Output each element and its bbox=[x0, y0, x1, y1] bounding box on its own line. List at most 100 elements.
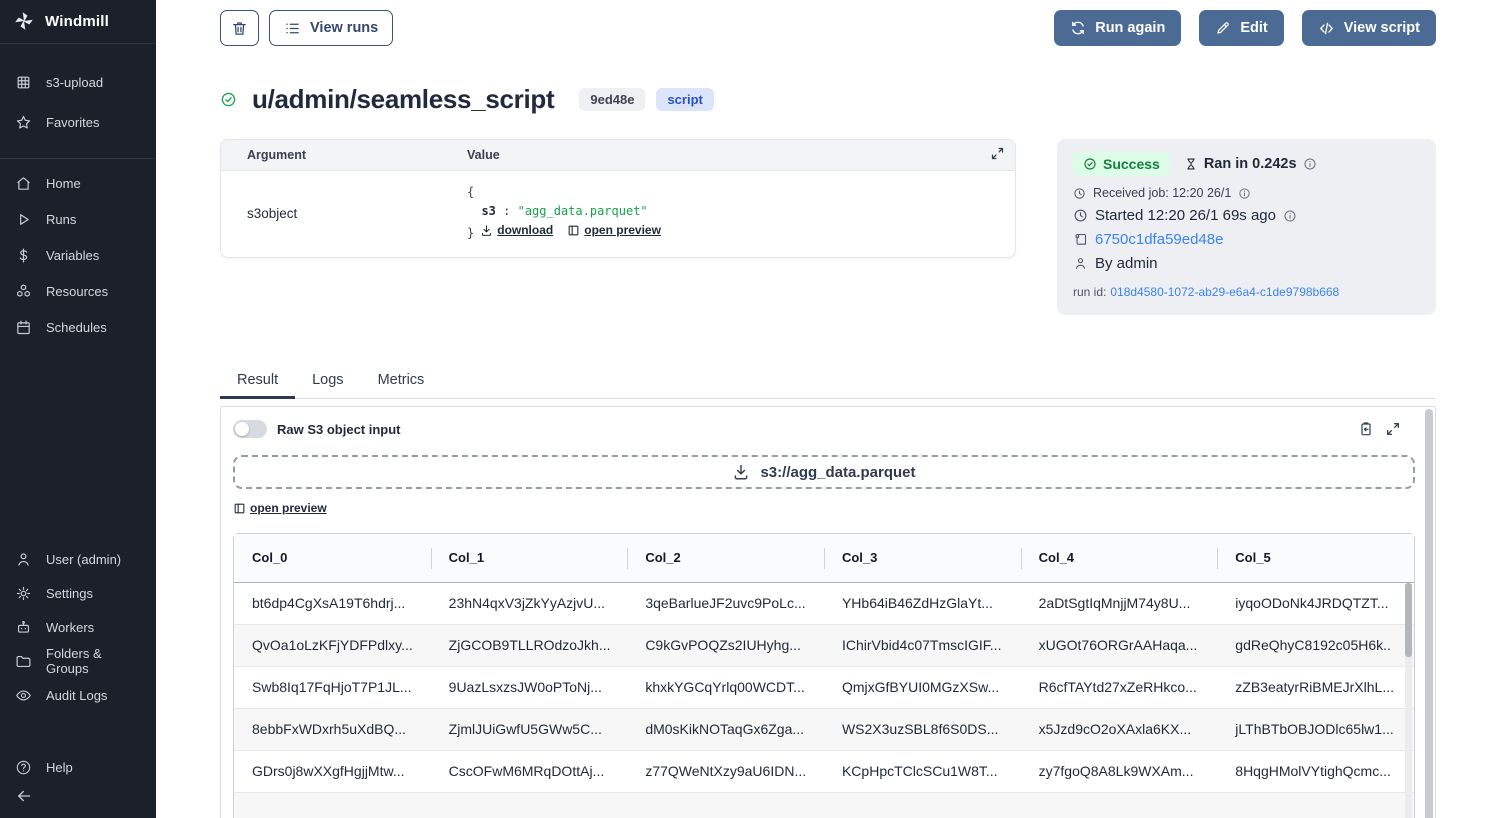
result-panel-scrollbar[interactable] bbox=[1425, 409, 1433, 818]
run-duration-label: Ran in 0.242s bbox=[1204, 156, 1297, 172]
sidebar-item-label: User (admin) bbox=[46, 552, 121, 567]
status-label: Success bbox=[1103, 156, 1160, 172]
clock-icon bbox=[1073, 187, 1086, 200]
view-runs-button[interactable]: View runs bbox=[269, 10, 393, 46]
run-again-button[interactable]: Run again bbox=[1054, 10, 1181, 46]
sidebar-item-label: Settings bbox=[46, 586, 93, 601]
sidebar-item-label: Schedules bbox=[46, 320, 107, 335]
tab-logs[interactable]: Logs bbox=[295, 368, 360, 398]
table-cell: GDrs0j8wXXgfHgjjMtw... bbox=[234, 750, 431, 792]
table-cell bbox=[431, 792, 628, 818]
run-id-caption: run id: bbox=[1073, 285, 1106, 299]
result-open-preview-link[interactable]: open preview bbox=[233, 501, 327, 515]
sidebar-item-help[interactable]: Help bbox=[0, 750, 156, 784]
table-row: QvOa1oLzKFjYDFPdlxy...ZjGCOB9TLLROdzoJkh… bbox=[234, 624, 1414, 666]
arguments-panel: Argument Value s3object { s3 : "agg_data… bbox=[220, 139, 1016, 258]
arguments-header: Argument Value bbox=[221, 140, 1015, 171]
app-name: Windmill bbox=[45, 13, 109, 30]
list-icon bbox=[284, 20, 301, 37]
triggered-by-label: By admin bbox=[1095, 255, 1158, 272]
table-cell: zZB3eatyrRiBMEJrXlhL... bbox=[1217, 666, 1414, 708]
table-cell: 8HqgHMolVYtighQcmc... bbox=[1217, 750, 1414, 792]
sidebar-item-user[interactable]: User (admin) bbox=[0, 542, 156, 576]
run-id-link[interactable]: 018d4580-1072-ab29-e6a4-c1de9798b668 bbox=[1110, 285, 1339, 299]
result-open-preview-label: open preview bbox=[250, 501, 327, 515]
table-cell: WS2X3uzSBL8f6S0DS... bbox=[824, 708, 1021, 750]
script-hash-link[interactable]: 6750c1dfa59ed48e bbox=[1095, 231, 1223, 248]
expand-arguments-button[interactable] bbox=[990, 146, 1005, 161]
copy-to-clipboard-icon[interactable] bbox=[1358, 421, 1374, 437]
table-scrollbar[interactable] bbox=[1405, 583, 1412, 818]
json-colon: : bbox=[503, 204, 510, 218]
run-id-row: run id: 018d4580-1072-ab29-e6a4-c1de9798b… bbox=[1073, 285, 1420, 299]
sidebar-item-runs[interactable]: Runs bbox=[0, 201, 156, 237]
calendar-icon bbox=[15, 319, 32, 336]
tab-result[interactable]: Result bbox=[220, 368, 295, 398]
run-header: u/admin/seamless_script 9ed48e script bbox=[220, 84, 1436, 115]
sidebar-collapse-button[interactable] bbox=[0, 784, 156, 818]
sidebar-item-home[interactable]: Home bbox=[0, 165, 156, 201]
table-column-header[interactable]: Col_4 bbox=[1021, 534, 1218, 582]
clock-icon bbox=[1073, 208, 1088, 223]
table-cell: 23hN4qxV3jZkYyAzjvU... bbox=[431, 582, 628, 624]
table-cell: IChirVbid4c07TmscIGIF... bbox=[824, 624, 1021, 666]
table-column-header[interactable]: Col_0 bbox=[234, 534, 431, 582]
table-cell: 8ebbFxWDxrh5uXdBQ... bbox=[234, 708, 431, 750]
received-job-row: Received job: 12:20 26/1 bbox=[1073, 186, 1420, 200]
view-script-label: View script bbox=[1344, 20, 1420, 36]
sidebar-item-variables[interactable]: Variables bbox=[0, 237, 156, 273]
run-detail-row: Argument Value s3object { s3 : "agg_data… bbox=[220, 139, 1436, 315]
sidebar-item-folders-groups[interactable]: Folders & Groups bbox=[0, 644, 156, 678]
gear-icon bbox=[15, 585, 32, 602]
info-icon[interactable] bbox=[1238, 187, 1251, 200]
app-logo-row[interactable]: Windmill bbox=[0, 0, 156, 43]
edit-button[interactable]: Edit bbox=[1199, 10, 1283, 46]
dollar-icon bbox=[15, 247, 32, 264]
trash-icon bbox=[231, 20, 248, 37]
download-link[interactable]: download bbox=[480, 221, 553, 240]
sidebar-item-favorites[interactable]: Favorites bbox=[0, 102, 156, 142]
info-icon[interactable] bbox=[1283, 209, 1297, 223]
sidebar-item-resources[interactable]: Resources bbox=[0, 273, 156, 309]
sidebar-item-s3-upload[interactable]: s3-upload bbox=[0, 62, 156, 102]
table-cell: ZjGCOB9TLLROdzoJkh... bbox=[431, 624, 628, 666]
tab-metrics[interactable]: Metrics bbox=[361, 368, 442, 398]
download-icon bbox=[480, 224, 493, 237]
table-column-header[interactable]: Col_5 bbox=[1217, 534, 1414, 582]
sidebar-item-audit-logs[interactable]: Audit Logs bbox=[0, 678, 156, 712]
raw-s3-toggle[interactable] bbox=[233, 420, 267, 438]
sidebar-item-label: Folders & Groups bbox=[46, 646, 141, 676]
sidebar-item-label: Audit Logs bbox=[46, 688, 107, 703]
table-cell: jLThBTbOBJODlc65lw1... bbox=[1217, 708, 1414, 750]
sidebar: Windmill s3-upload Favorites Home Runs V… bbox=[0, 0, 156, 818]
table-scrollbar-thumb[interactable] bbox=[1405, 583, 1412, 657]
table-column-header[interactable]: Col_3 bbox=[824, 534, 1021, 582]
sidebar-item-schedules[interactable]: Schedules bbox=[0, 309, 156, 345]
sidebar-item-workers[interactable]: Workers bbox=[0, 610, 156, 644]
script-hash-badge[interactable]: 9ed48e bbox=[579, 88, 645, 111]
edit-label: Edit bbox=[1240, 20, 1267, 36]
download-link-label: download bbox=[497, 221, 553, 240]
table-cell bbox=[627, 792, 824, 818]
s3-file-download-box[interactable]: s3://agg_data.parquet bbox=[233, 455, 1415, 489]
open-preview-icon bbox=[567, 224, 580, 237]
received-job-label: Received job: 12:20 26/1 bbox=[1093, 186, 1231, 200]
argument-column-header: Argument bbox=[247, 148, 467, 162]
sidebar-item-label: Favorites bbox=[46, 115, 99, 130]
download-icon bbox=[732, 463, 750, 481]
scroll-icon bbox=[1073, 232, 1088, 247]
json-open-brace: { bbox=[467, 185, 474, 199]
star-icon bbox=[15, 114, 32, 131]
table-row: 8ebbFxWDxrh5uXdBQ...ZjmlJUiGwfU5GWw5C...… bbox=[234, 708, 1414, 750]
table-column-header[interactable]: Col_1 bbox=[431, 534, 628, 582]
table-cell: QmjxGfBYUI0MGzXSw... bbox=[824, 666, 1021, 708]
info-icon[interactable] bbox=[1303, 157, 1317, 171]
value-column-header: Value bbox=[467, 148, 500, 162]
table-column-header[interactable]: Col_2 bbox=[627, 534, 824, 582]
table-cell: 3qeBarlueJF2uvc9PoLc... bbox=[627, 582, 824, 624]
sidebar-item-settings[interactable]: Settings bbox=[0, 576, 156, 610]
delete-run-button[interactable] bbox=[220, 10, 259, 46]
view-script-button[interactable]: View script bbox=[1302, 10, 1436, 46]
expand-result-icon[interactable] bbox=[1385, 421, 1401, 437]
open-preview-link[interactable]: open preview bbox=[567, 221, 661, 240]
